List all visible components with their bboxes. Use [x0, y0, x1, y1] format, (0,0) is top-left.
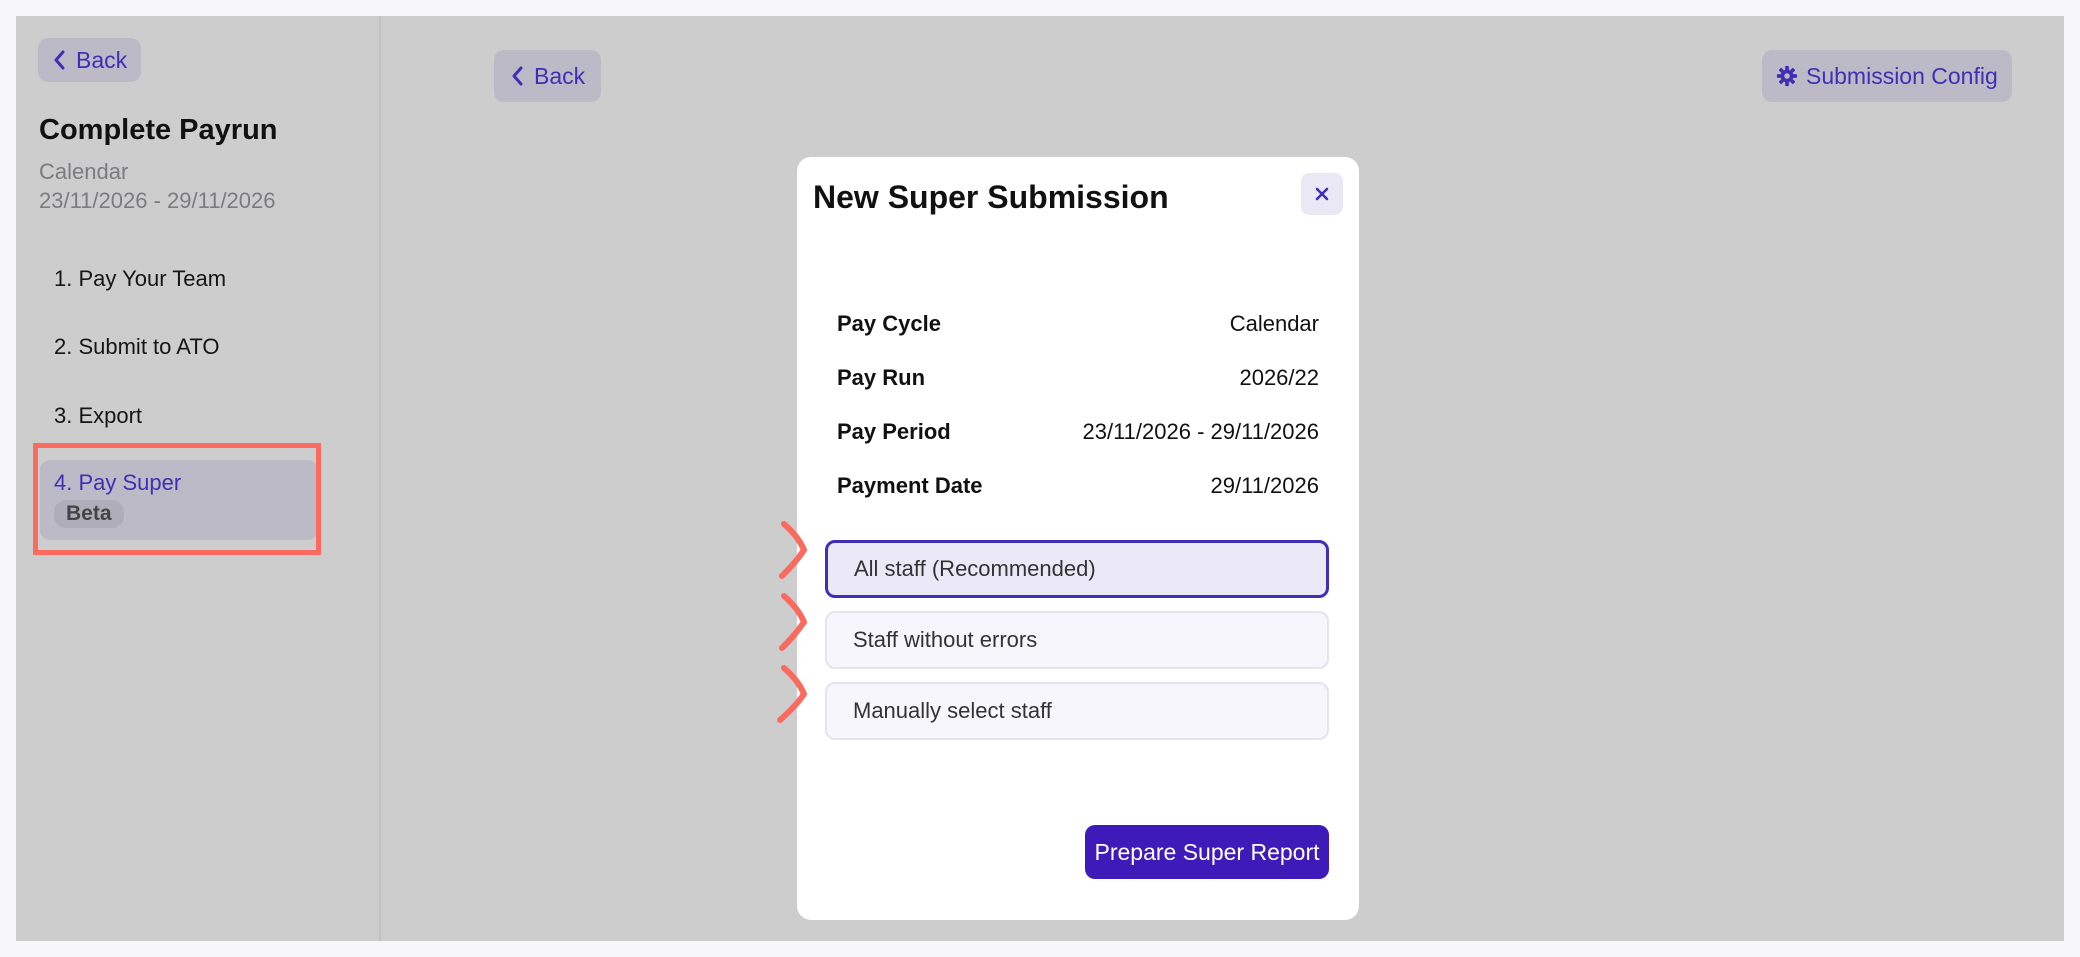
step-export[interactable]: 3. Export — [54, 403, 142, 429]
info-key: Pay Cycle — [837, 311, 941, 336]
gear-icon — [1776, 65, 1798, 87]
page-title: Complete Payrun — [39, 114, 278, 146]
info-key: Payment Date — [837, 473, 983, 498]
option-manually-select-staff[interactable]: Manually select staff — [825, 682, 1329, 740]
option-staff-without-errors[interactable]: Staff without errors — [825, 611, 1329, 669]
info-row-pay-cycle: Pay Cycle Calendar — [837, 311, 1319, 337]
info-value: Calendar — [1229, 311, 1319, 336]
prepare-super-report-button[interactable]: Prepare Super Report — [1085, 825, 1329, 879]
step-submit-to-ato[interactable]: 2. Submit to ATO — [54, 334, 219, 360]
new-super-submission-modal: New Super Submission Pay Cycle Calendar … — [797, 157, 1359, 920]
info-key: Pay Run — [837, 365, 926, 390]
info-row-pay-run: Pay Run 2026/22 — [837, 365, 1319, 391]
info-row-payment-date: Payment Date 29/11/2026 — [837, 473, 1319, 499]
chevron-left-icon — [512, 66, 523, 86]
info-value: 29/11/2026 — [1210, 473, 1319, 498]
step-pay-your-team[interactable]: 1. Pay Your Team — [54, 266, 226, 292]
info-key: Pay Period — [837, 419, 951, 444]
submission-config-button[interactable]: Submission Config — [1762, 50, 2012, 102]
close-icon — [1315, 187, 1329, 201]
modal-title: New Super Submission — [813, 179, 1169, 215]
sidebar: Back Complete Payrun Calendar 23/11/2026… — [16, 16, 381, 941]
info-value: 2026/22 — [1239, 365, 1319, 390]
submission-config-label: Submission Config — [1806, 62, 1998, 89]
app-frame: Back Complete Payrun Calendar 23/11/2026… — [16, 16, 2064, 941]
main-back-button[interactable]: Back — [494, 50, 602, 102]
sidebar-back-button[interactable]: Back — [38, 38, 142, 82]
main-back-label: Back — [534, 62, 586, 89]
annotation-arrow-icon — [777, 665, 807, 723]
info-row-pay-period: Pay Period 23/11/2026 - 29/11/2026 — [837, 419, 1319, 445]
annotation-arrow-icon — [779, 593, 807, 651]
sidebar-back-label: Back — [76, 46, 128, 73]
info-value: 23/11/2026 - 29/11/2026 — [1082, 419, 1320, 444]
pay-cycle-label: Calendar — [39, 159, 129, 184]
option-all-staff[interactable]: All staff (Recommended) — [825, 540, 1329, 598]
modal-close-button[interactable] — [1301, 173, 1343, 215]
annotation-arrow-icon — [779, 521, 807, 579]
annotation-highlight-box — [33, 443, 321, 555]
chevron-left-icon — [54, 50, 65, 70]
pay-period-label: 23/11/2026 - 29/11/2026 — [39, 188, 276, 213]
